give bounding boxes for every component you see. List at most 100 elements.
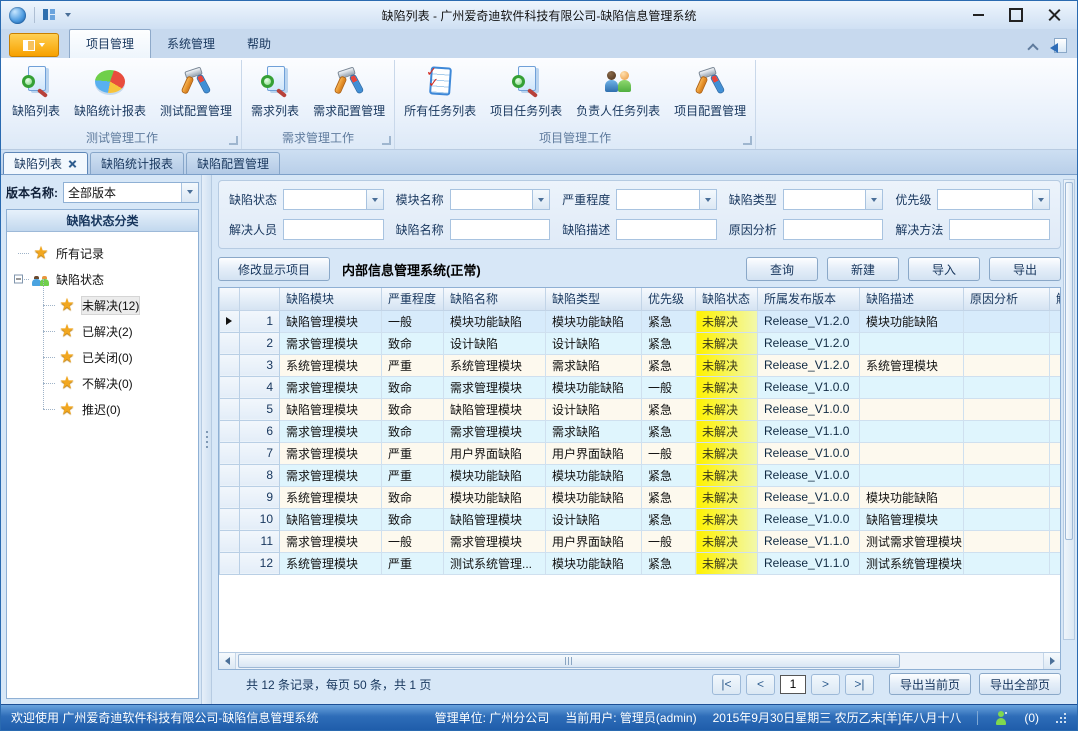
cell-cause-analysis[interactable] [964, 420, 1050, 442]
column-header[interactable]: 解决方法 [1050, 288, 1061, 310]
cell-solution[interactable] [1050, 376, 1061, 398]
cell-defect-description[interactable] [860, 332, 964, 354]
cell-defect-module[interactable]: 系统管理模块 [280, 486, 382, 508]
column-header[interactable]: 严重程度 [382, 288, 444, 310]
cell-severity[interactable]: 严重 [382, 442, 444, 464]
tree-item[interactable]: 已解决(2) [9, 318, 196, 344]
column-header[interactable]: 缺陷描述 [860, 288, 964, 310]
quick-access-dropdown-icon[interactable] [65, 13, 71, 17]
close-button[interactable] [1039, 4, 1069, 26]
cell-defect-module[interactable]: 缺陷管理模块 [280, 398, 382, 420]
cell-release-version[interactable]: Release_V1.0.0 [758, 464, 860, 486]
cell-defect-module[interactable]: 系统管理模块 [280, 552, 382, 574]
filter-text-input[interactable] [949, 219, 1050, 240]
cell-solution[interactable] [1050, 530, 1061, 552]
cell-defect-name[interactable]: 模块功能缺陷 [444, 464, 546, 486]
cell-defect-description[interactable] [860, 376, 964, 398]
sidebar-splitter[interactable] [201, 175, 212, 704]
dropdown-button[interactable] [532, 190, 549, 209]
cell-defect-name[interactable]: 需求管理模块 [444, 376, 546, 398]
cell-priority[interactable]: 紧急 [642, 354, 696, 376]
cell-defect-description[interactable]: 缺陷管理模块 [860, 508, 964, 530]
cell-cause-analysis[interactable] [964, 442, 1050, 464]
cell-priority[interactable]: 一般 [642, 376, 696, 398]
ribbon-tab-help[interactable]: 帮助 [231, 30, 287, 58]
import-button[interactable]: 导入 [908, 257, 980, 281]
tree-item[interactable]: 缺陷状态 [9, 266, 196, 292]
export-all-pages-button[interactable]: 导出全部页 [979, 673, 1061, 695]
table-row[interactable]: 4 需求管理模块 致命 需求管理模块 模块功能缺陷 一般 未解决 Release… [220, 376, 1061, 398]
cell-defect-module[interactable]: 需求管理模块 [280, 420, 382, 442]
cell-solution[interactable] [1050, 332, 1061, 354]
cell-priority[interactable]: 紧急 [642, 420, 696, 442]
cell-priority[interactable]: 一般 [642, 530, 696, 552]
cell-defect-description[interactable]: 测试系统管理模块... [860, 552, 964, 574]
cell-defect-status[interactable]: 未解决 [696, 354, 758, 376]
version-select[interactable]: 全部版本 [63, 182, 199, 203]
cell-priority[interactable]: 紧急 [642, 552, 696, 574]
cell-solution[interactable] [1050, 354, 1061, 376]
cell-defect-type[interactable]: 用户界面缺陷 [546, 530, 642, 552]
table-row[interactable]: 6 需求管理模块 致命 需求管理模块 需求缺陷 紧急 未解决 Release_V… [220, 420, 1061, 442]
cell-defect-status[interactable]: 未解决 [696, 508, 758, 530]
cell-severity[interactable]: 致命 [382, 420, 444, 442]
maximize-button[interactable] [1001, 4, 1031, 26]
cell-defect-description[interactable]: 系统管理模块 [860, 354, 964, 376]
cell-defect-type[interactable]: 设计缺陷 [546, 508, 642, 530]
cell-severity[interactable]: 致命 [382, 398, 444, 420]
cell-cause-analysis[interactable] [964, 552, 1050, 574]
ribbon-button[interactable]: 项目任务列表 [483, 62, 569, 121]
cell-defect-type[interactable]: 模块功能缺陷 [546, 486, 642, 508]
cell-release-version[interactable]: Release_V1.2.0 [758, 332, 860, 354]
filter-dropdown[interactable] [937, 189, 1050, 210]
cell-defect-name[interactable]: 需求管理模块 [444, 420, 546, 442]
cell-defect-description[interactable]: 测试需求管理模块 [860, 530, 964, 552]
skin-switch-icon[interactable] [1050, 38, 1067, 53]
cell-defect-name[interactable]: 需求管理模块 [444, 530, 546, 552]
cell-defect-name[interactable]: 系统管理模块 [444, 354, 546, 376]
vertical-scrollbar[interactable] [1063, 179, 1075, 640]
cell-defect-module[interactable]: 需求管理模块 [280, 376, 382, 398]
cell-cause-analysis[interactable] [964, 530, 1050, 552]
dialog-launcher-icon[interactable] [743, 136, 752, 145]
column-header[interactable]: 缺陷名称 [444, 288, 546, 310]
ribbon-button[interactable]: 缺陷统计报表 [67, 62, 153, 121]
cell-release-version[interactable]: Release_V1.0.0 [758, 508, 860, 530]
cell-severity[interactable]: 一般 [382, 310, 444, 332]
cell-defect-type[interactable]: 模块功能缺陷 [546, 464, 642, 486]
cell-severity[interactable]: 严重 [382, 464, 444, 486]
doc-tab-defect-report[interactable]: 缺陷统计报表 [90, 152, 184, 174]
cell-defect-description[interactable] [860, 464, 964, 486]
quick-access-layout-icon[interactable] [43, 9, 57, 21]
cell-release-version[interactable]: Release_V1.2.0 [758, 354, 860, 376]
table-row[interactable]: 3 系统管理模块 严重 系统管理模块 需求缺陷 紧急 未解决 Release_V… [220, 354, 1061, 376]
cell-defect-type[interactable]: 模块功能缺陷 [546, 552, 642, 574]
cell-defect-name[interactable]: 用户界面缺陷 [444, 442, 546, 464]
cell-solution[interactable] [1050, 486, 1061, 508]
ribbon-tab-system[interactable]: 系统管理 [151, 30, 231, 58]
cell-severity[interactable]: 致命 [382, 376, 444, 398]
tree-item[interactable]: 未解决(12) [9, 292, 196, 318]
cell-defect-description[interactable] [860, 420, 964, 442]
cell-solution[interactable] [1050, 420, 1061, 442]
column-header[interactable]: 优先级 [642, 288, 696, 310]
filter-dropdown[interactable] [283, 189, 384, 210]
cell-defect-module[interactable]: 缺陷管理模块 [280, 508, 382, 530]
cell-release-version[interactable]: Release_V1.1.0 [758, 552, 860, 574]
column-header[interactable]: 缺陷模块 [280, 288, 382, 310]
next-page-button[interactable]: > [811, 674, 840, 695]
cell-defect-name[interactable]: 模块功能缺陷 [444, 486, 546, 508]
query-button[interactable]: 查询 [746, 257, 818, 281]
cell-solution[interactable] [1050, 442, 1061, 464]
cell-severity[interactable]: 一般 [382, 530, 444, 552]
cell-defect-description[interactable]: 模块功能缺陷 [860, 486, 964, 508]
filter-dropdown[interactable] [783, 189, 884, 210]
tab-close-icon[interactable] [68, 159, 77, 168]
cell-priority[interactable]: 紧急 [642, 508, 696, 530]
table-row[interactable]: 12 系统管理模块 严重 测试系统管理... 模块功能缺陷 紧急 未解决 Rel… [220, 552, 1061, 574]
cell-cause-analysis[interactable] [964, 376, 1050, 398]
app-menu-button[interactable] [9, 33, 59, 57]
dropdown-button[interactable] [865, 190, 882, 209]
cell-defect-status[interactable]: 未解决 [696, 552, 758, 574]
table-row[interactable]: 10 缺陷管理模块 致命 缺陷管理模块 设计缺陷 紧急 未解决 Release_… [220, 508, 1061, 530]
